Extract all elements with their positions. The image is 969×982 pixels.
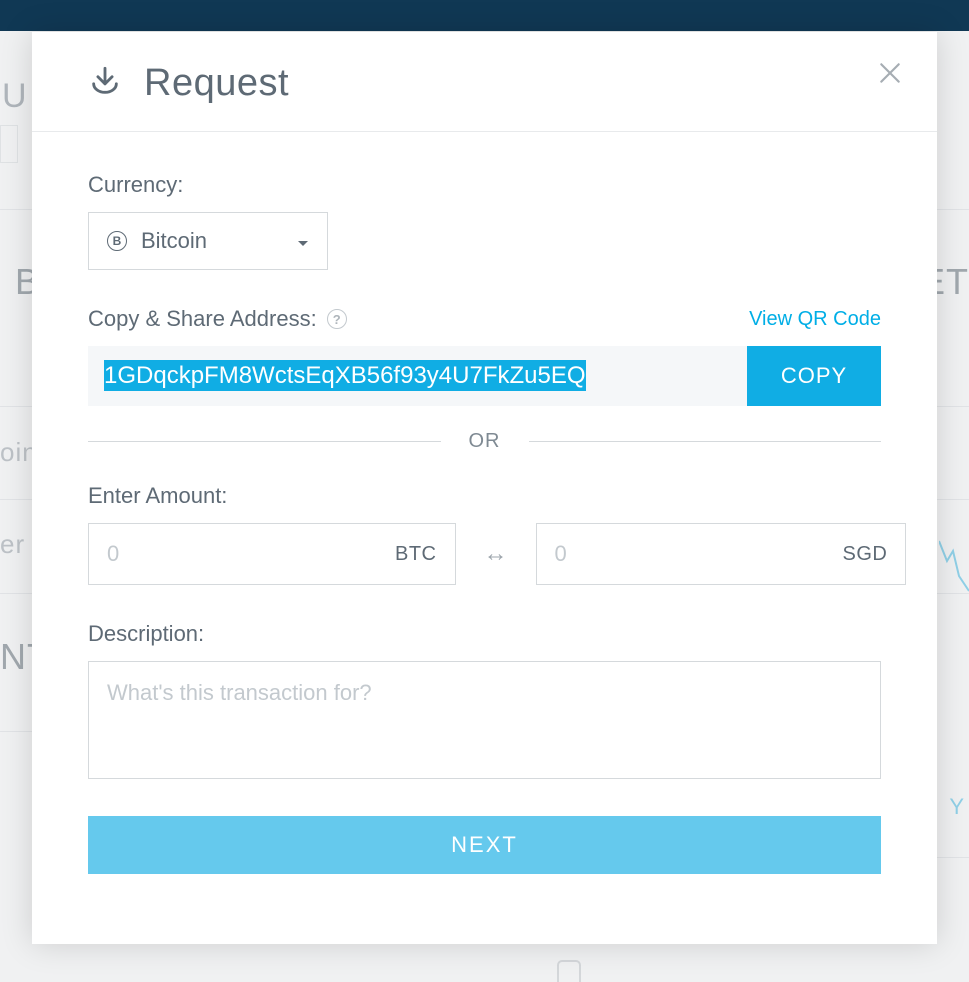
modal-title: Request xyxy=(144,62,289,105)
amount-fiat-unit: SGD xyxy=(843,543,888,566)
help-icon[interactable]: ? xyxy=(327,309,347,329)
divider-line xyxy=(88,441,441,442)
description-section: Description: xyxy=(88,621,881,784)
currency-section: Currency: B Bitcoin xyxy=(88,172,881,270)
currency-select[interactable]: B Bitcoin xyxy=(88,212,328,270)
address-section: Copy & Share Address: ? View QR Code 1GD… xyxy=(88,306,881,406)
amount-label: Enter Amount: xyxy=(88,483,881,509)
or-divider: OR xyxy=(88,430,881,453)
modal-title-row: Request xyxy=(88,62,881,105)
address-box[interactable]: 1GDqckpFM8WctsEqXB56f93y4U7FkZu5EQ xyxy=(88,346,747,406)
view-qr-link[interactable]: View QR Code xyxy=(749,308,881,331)
address-label: Copy & Share Address: xyxy=(88,306,317,332)
or-text: OR xyxy=(469,430,501,453)
amount-btc-wrapper: BTC xyxy=(88,523,456,585)
amount-row: BTC ↔ SGD xyxy=(88,523,881,585)
modal-header: Request xyxy=(32,32,937,132)
amount-section: Enter Amount: BTC ↔ SGD xyxy=(88,483,881,585)
copy-button[interactable]: COPY xyxy=(747,346,881,406)
close-icon xyxy=(877,60,903,86)
chevron-down-icon xyxy=(297,228,309,254)
close-button[interactable] xyxy=(877,60,903,91)
address-label-row: Copy & Share Address: ? xyxy=(88,306,347,332)
download-icon xyxy=(88,64,122,103)
description-input[interactable] xyxy=(88,661,881,779)
currency-label: Currency: xyxy=(88,172,881,198)
address-header: Copy & Share Address: ? View QR Code xyxy=(88,306,881,332)
address-row: 1GDqckpFM8WctsEqXB56f93y4U7FkZu5EQ COPY xyxy=(88,346,881,406)
currency-selected-value: Bitcoin xyxy=(141,228,207,254)
amount-btc-input[interactable] xyxy=(107,541,395,567)
bitcoin-icon: B xyxy=(107,231,127,251)
next-button[interactable]: NEXT xyxy=(88,816,881,874)
divider-line xyxy=(529,441,882,442)
request-modal: Request Currency: B Bitcoin Copy & Share… xyxy=(32,32,937,944)
top-bar xyxy=(0,0,969,31)
amount-btc-unit: BTC xyxy=(395,543,437,566)
swap-icon[interactable]: ↔ xyxy=(484,540,508,568)
description-label: Description: xyxy=(88,621,881,647)
address-value: 1GDqckpFM8WctsEqXB56f93y4U7FkZu5EQ xyxy=(104,360,586,391)
modal-body: Currency: B Bitcoin Copy & Share Address… xyxy=(32,132,937,874)
amount-fiat-input[interactable] xyxy=(555,541,843,567)
amount-fiat-wrapper: SGD xyxy=(536,523,907,585)
